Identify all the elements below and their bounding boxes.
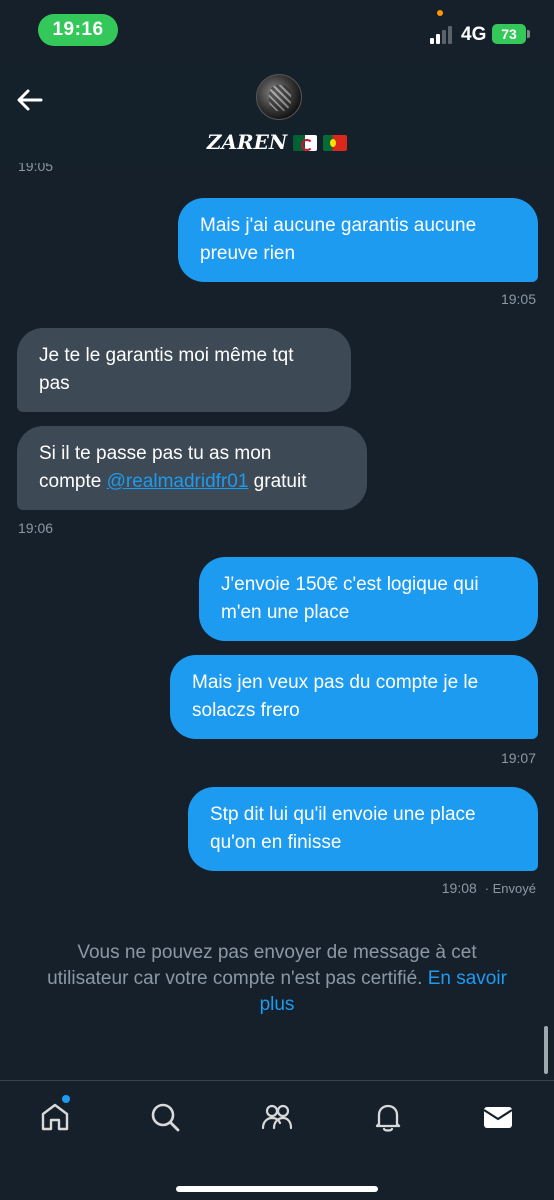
notice-line: Vous ne pouvez pas envoyer de message à … — [77, 942, 477, 963]
message-line: preuve rien — [200, 243, 296, 264]
privacy-indicator-dot — [437, 10, 443, 16]
nav-search[interactable] — [145, 1097, 185, 1137]
home-icon — [41, 1103, 69, 1131]
received-message[interactable]: Je te le garantis moi même tqt pas — [17, 328, 351, 412]
battery-nub — [527, 30, 530, 38]
sent-status: · Envoyé — [484, 881, 536, 896]
message-line: J'envoie 150€ c'est logique qui — [221, 574, 479, 595]
notice-text: utilisateur car votre compte n'est pas c… — [47, 968, 423, 989]
message-line: Stp dit lui qu'il envoie une place — [210, 804, 476, 825]
message-line: Mais jen veux pas du compte je le — [192, 672, 479, 693]
nav-notifications[interactable] — [368, 1097, 408, 1137]
nav-home[interactable] — [35, 1097, 75, 1137]
notifications-icon — [375, 1104, 401, 1132]
cannot-message-notice: Vous ne pouvez pas envoyer de message à … — [0, 940, 554, 1018]
message-status: 19:08 · Envoyé — [442, 880, 536, 896]
sent-message[interactable]: Mais jen veux pas du compte je le solacz… — [170, 655, 538, 739]
nav-communities[interactable] — [257, 1097, 297, 1137]
message-line: m'en une place — [221, 602, 350, 623]
contact-name: ZAREN — [206, 130, 288, 154]
message-text: gratuit — [248, 471, 307, 492]
message-timestamp: 19:05 — [18, 163, 54, 174]
portugal-flag-icon — [323, 135, 348, 151]
back-button[interactable] — [14, 84, 46, 116]
battery-icon: 73 — [492, 24, 526, 44]
bottom-nav — [0, 1080, 554, 1200]
message-timestamp: 19:06 — [18, 520, 54, 536]
communities-icon — [261, 1104, 293, 1130]
back-arrow-icon — [17, 89, 43, 111]
message-line: solaczs frero — [192, 700, 300, 721]
message-text: compte — [39, 471, 107, 492]
learn-more-link[interactable]: plus — [260, 994, 295, 1015]
nav-messages[interactable] — [478, 1097, 518, 1137]
sent-message[interactable]: Stp dit lui qu'il envoie une place qu'on… — [188, 787, 538, 871]
message-line: compte @realmadridfr01 gratuit — [39, 468, 345, 496]
message-line: pas — [39, 373, 70, 394]
home-indicator[interactable] — [176, 1186, 378, 1192]
conversation-title[interactable]: ZAREN — [0, 130, 554, 154]
message-line: qu'on en finisse — [210, 832, 342, 853]
message-line: Mais j'ai aucune garantis aucune — [200, 215, 477, 236]
algeria-flag-icon — [293, 135, 318, 151]
conversation-header: ZAREN — [0, 60, 554, 170]
messages-icon — [483, 1107, 513, 1128]
status-time: 19:16 — [38, 14, 118, 46]
message-timestamp: 19:07 — [500, 750, 536, 766]
cellular-signal-icon — [430, 24, 456, 44]
sent-message[interactable]: Mais j'ai aucune garantis aucune preuve … — [178, 198, 538, 282]
search-icon — [151, 1103, 180, 1132]
notification-dot — [62, 1095, 70, 1103]
notice-line: plus — [16, 992, 538, 1018]
notice-line: utilisateur car votre compte n'est pas c… — [16, 966, 538, 992]
message-line: Si il te passe pas tu as mon — [39, 443, 272, 464]
message-timestamp: 19:08 — [441, 880, 477, 896]
sent-message[interactable]: J'envoie 150€ c'est logique qui m'en une… — [199, 557, 538, 641]
message-line: Je te le garantis moi même tqt — [39, 345, 294, 366]
mention-link[interactable]: @realmadridfr01 — [107, 471, 249, 492]
status-bar: 19:16 4G 73 — [0, 0, 554, 60]
learn-more-link[interactable]: En savoir — [428, 968, 507, 989]
received-message[interactable]: Si il te passe pas tu as mon compte @rea… — [17, 426, 367, 510]
network-type: 4G — [461, 24, 487, 45]
avatar[interactable] — [256, 74, 302, 120]
battery-level: 73 — [501, 26, 517, 42]
message-timestamp: 19:05 — [500, 291, 536, 307]
scrollbar[interactable] — [544, 1026, 548, 1074]
